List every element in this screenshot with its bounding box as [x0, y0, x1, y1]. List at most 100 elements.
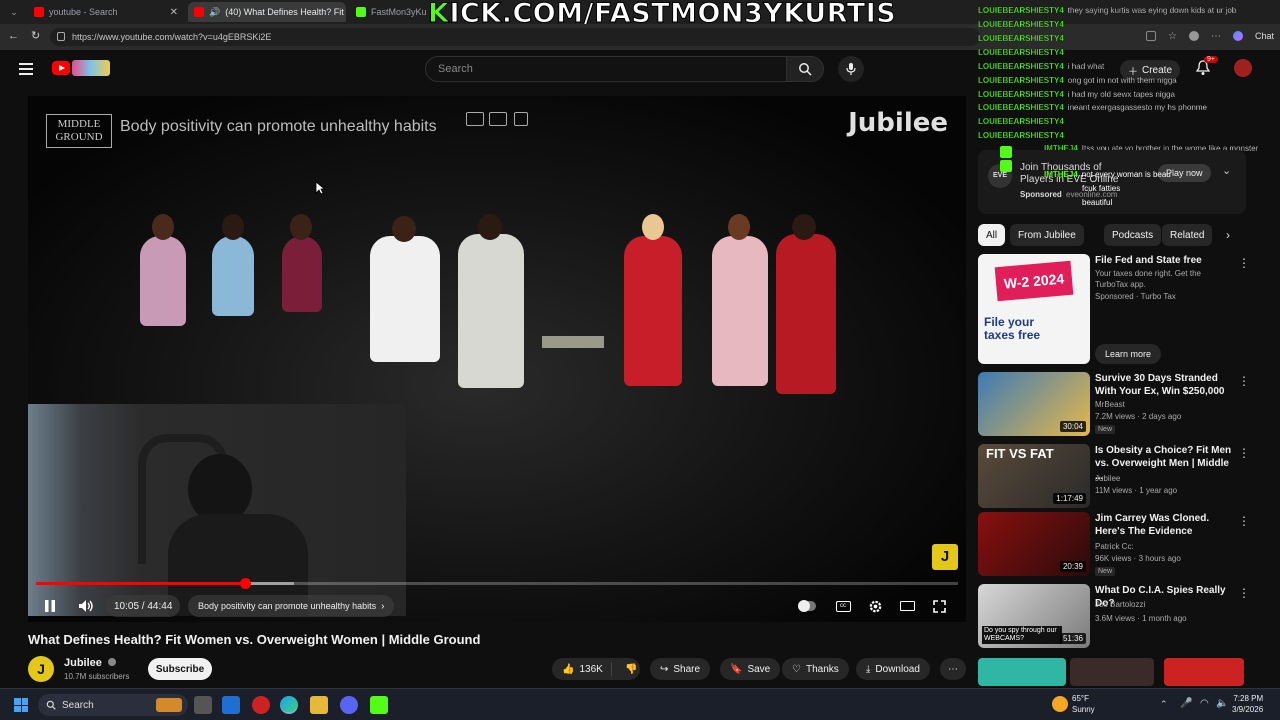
taskbar-search[interactable]: Search [38, 694, 188, 716]
tab-youtube-search[interactable]: youtube - Search ✕ [28, 2, 184, 22]
tray-chevron-icon[interactable]: ⌃ [1160, 699, 1168, 710]
chevron-right-icon[interactable]: › [1226, 228, 1230, 242]
app-red-icon[interactable] [252, 696, 270, 714]
microphone-tray-icon[interactable]: 🎤 [1180, 698, 1192, 709]
rec-meta: 3.6M views · 1 month ago [1095, 614, 1187, 623]
channel-avatar[interactable]: J [28, 656, 54, 682]
autoplay-toggle[interactable] [796, 590, 818, 622]
captions-icon[interactable]: cc [832, 590, 854, 622]
channel-watermark-icon[interactable]: J [932, 544, 958, 570]
rec-thumbnail[interactable]: 20:39 [978, 512, 1090, 576]
more-menu-icon[interactable]: ⋯ [1211, 31, 1221, 42]
clip-icon[interactable] [514, 112, 528, 126]
copilot-icon[interactable] [1232, 31, 1243, 41]
more-options-icon[interactable]: ⋮ [1238, 374, 1250, 388]
rec-thumbnail[interactable]: 30:04 [978, 372, 1090, 436]
doodle-logo-icon[interactable] [72, 60, 110, 76]
site-info-icon[interactable] [57, 32, 65, 41]
participant [776, 234, 836, 394]
rec-next-thumbnails[interactable] [978, 658, 1246, 686]
like-count: 136K [579, 663, 603, 675]
settings-gear-icon[interactable] [864, 590, 886, 622]
url-field[interactable]: https://www.youtube.com/watch?v=u4gEBRSK… [50, 28, 980, 46]
search-button[interactable] [786, 56, 824, 82]
profile-icon[interactable] [1188, 31, 1199, 41]
windows-start-icon[interactable] [14, 698, 28, 712]
subscribe-button[interactable]: Subscribe [148, 658, 212, 680]
like-button[interactable]: 👍 136K [552, 662, 612, 676]
dislike-button[interactable]: 👎 [617, 664, 637, 675]
rec-title[interactable]: Survive 30 Days Stranded With Your Ex, W… [1095, 372, 1235, 398]
eve-online-ad-card[interactable]: EVE Join Thousands of Players in EVE Onl… [978, 146, 1246, 214]
wifi-icon[interactable]: ◠ [1200, 698, 1209, 709]
download-button[interactable]: ⤓ Download [856, 658, 930, 680]
rec-title[interactable]: Jim Carrey Was Cloned. Here's The Eviden… [1095, 512, 1235, 538]
chevron-down-icon[interactable]: ⌄ [1222, 164, 1231, 177]
rec-item[interactable]: 30:04 Survive 30 Days Stranded With Your… [978, 372, 1250, 440]
close-tab-icon[interactable]: ✕ [170, 7, 178, 18]
tab-current-video[interactable]: 🔊 (40) What Defines Health? Fit ✕ [188, 2, 346, 22]
extension-icon[interactable] [1146, 31, 1157, 41]
volume-button[interactable] [72, 590, 100, 622]
chip-all[interactable]: All [978, 224, 1006, 246]
chat-label[interactable]: Chat [1255, 31, 1274, 41]
save-button[interactable]: 🔖 Save [720, 658, 781, 680]
rec-item[interactable]: Do you spy through our WEBCAMS? 51:36 Wh… [978, 584, 1250, 652]
youtube-logo-icon[interactable] [52, 61, 70, 75]
rec-title[interactable]: File Fed and State free [1095, 254, 1235, 267]
weather-widget[interactable]: 65°F Sunny [1072, 693, 1095, 715]
rec-item[interactable]: 20:39 Jim Carrey Was Cloned. Here's The … [978, 512, 1250, 580]
learn-more-button[interactable]: Learn more [1095, 344, 1162, 364]
fullscreen-icon[interactable] [928, 590, 950, 622]
more-options-icon[interactable]: ⋮ [1238, 586, 1250, 600]
file-explorer-icon[interactable] [310, 696, 328, 714]
speaker-tray-icon[interactable]: 🔈 [1216, 698, 1228, 709]
chip-related[interactable]: Related [1162, 224, 1213, 246]
voice-search-button[interactable] [838, 56, 864, 82]
chip-from-jubilee[interactable]: From Jubilee [1010, 224, 1084, 246]
clock[interactable]: 7:28 PM 3/9/2026 [1232, 693, 1263, 715]
task-view-icon[interactable] [194, 696, 212, 714]
tab-menu-icon[interactable]: ⌄ [4, 2, 24, 22]
rec-channel[interactable]: MrBeast [1095, 400, 1125, 409]
more-options-icon[interactable]: ⋮ [1238, 446, 1250, 460]
progress-bar[interactable] [36, 578, 958, 589]
back-arrow-icon[interactable]: ← [8, 30, 19, 42]
channel-name[interactable]: Jubilee [64, 657, 102, 669]
kick-app-icon[interactable] [370, 696, 388, 714]
filter-chips: All From Jubilee Podcasts Related › [978, 224, 1238, 246]
mini-player-icon[interactable] [489, 112, 507, 126]
sponsored-recommendation[interactable]: W-2 2024 File your taxes free File Fed a… [978, 254, 1250, 366]
rec-channel[interactable]: Joe Bartolozzi [1095, 600, 1145, 609]
search-input[interactable]: Search [425, 56, 787, 82]
hamburger-menu-icon[interactable] [19, 63, 33, 75]
rec-item[interactable]: FIT VS FAT 1:17:49 Is Obesity a Choice? … [978, 444, 1250, 512]
more-actions-button[interactable]: ⋯ [940, 658, 966, 680]
edge-browser-icon[interactable] [280, 696, 298, 714]
discord-icon[interactable] [340, 696, 358, 714]
video-player[interactable]: MIDDLE GROUND Body positivity can promot… [28, 96, 966, 622]
share-button[interactable]: ↪ Share [650, 658, 711, 680]
chapter-button[interactable]: Body positivity can promote unhealthy ha… [188, 595, 395, 617]
weather-sun-icon[interactable] [1052, 696, 1068, 712]
pip-icon[interactable] [466, 112, 484, 126]
chat-message: LOUIEBEARSHIESTY4 they saying kurtis was … [978, 6, 1237, 15]
rec-channel[interactable]: Jubilee [1095, 474, 1120, 483]
rec-thumbnail[interactable]: Do you spy through our WEBCAMS? 51:36 [978, 584, 1090, 648]
more-options-icon[interactable]: ⋮ [1238, 256, 1250, 270]
rec-channel[interactable]: Patrick Cc: [1095, 542, 1134, 551]
bookmark-star-icon[interactable]: ☆ [1168, 31, 1177, 42]
windows-taskbar: Search 65°F Sunny ⌃ 🎤 ◠ 🔈 7:28 PM 3/9/20… [0, 688, 1280, 720]
reload-icon[interactable]: ↻ [31, 29, 40, 42]
theater-mode-icon[interactable] [896, 590, 918, 622]
more-options-icon[interactable]: ⋮ [1238, 514, 1250, 528]
store-icon[interactable] [222, 696, 240, 714]
thanks-button[interactable]: ♡ Thanks [782, 658, 849, 680]
chip-podcasts[interactable]: Podcasts [1104, 224, 1162, 246]
ad-thumbnail[interactable]: W-2 2024 File your taxes free [978, 254, 1090, 364]
channel-name-row[interactable]: Jubilee [64, 657, 116, 669]
rec-thumbnail[interactable]: FIT VS FAT 1:17:49 [978, 444, 1090, 508]
tab-kick[interactable]: FastMon3yKurtis [350, 2, 426, 22]
pause-button[interactable] [36, 590, 64, 622]
thanks-label: Thanks [805, 663, 839, 675]
